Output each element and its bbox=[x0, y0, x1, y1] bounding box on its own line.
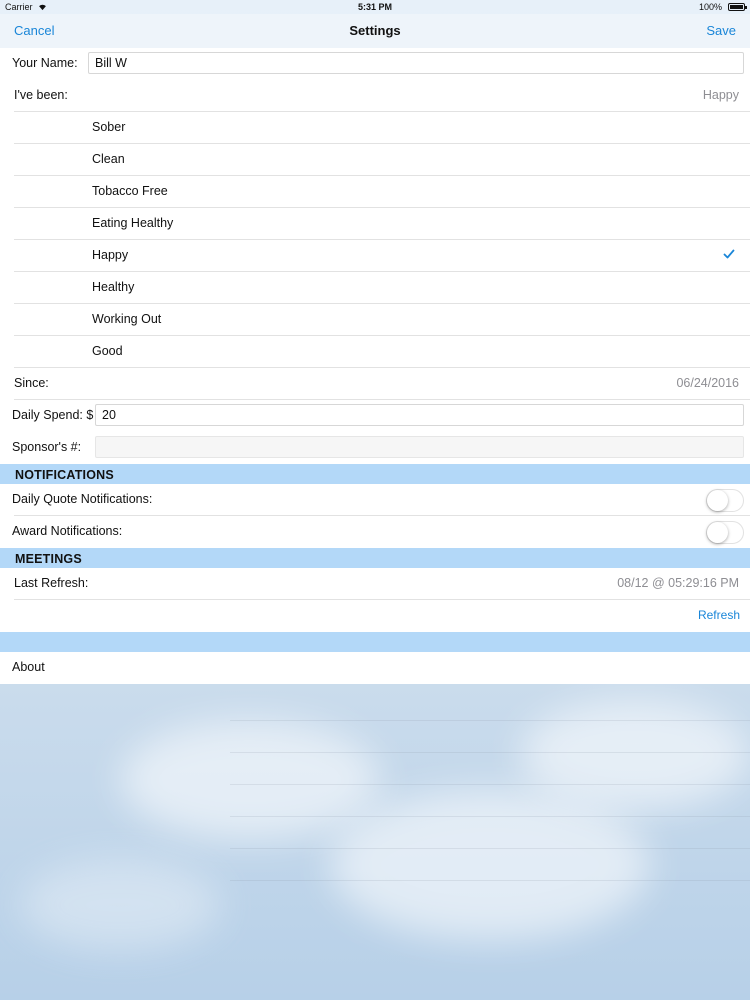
option-label: Eating Healthy bbox=[92, 216, 174, 230]
sponsor-row: Sponsor's #: bbox=[0, 432, 750, 464]
refresh-button[interactable]: Refresh bbox=[698, 608, 740, 622]
option-label: Tobacco Free bbox=[92, 184, 168, 198]
since-date-value: 06/24/2016 bbox=[676, 376, 739, 390]
name-row: Your Name: bbox=[0, 48, 750, 80]
been-option-happy[interactable]: Happy bbox=[0, 240, 750, 272]
been-option-sober[interactable]: Sober bbox=[0, 112, 750, 144]
sponsor-phone-input[interactable] bbox=[95, 436, 744, 458]
battery-icon bbox=[728, 3, 747, 11]
option-label: Happy bbox=[92, 248, 129, 262]
been-option-good[interactable]: Good bbox=[0, 336, 750, 368]
option-label: Good bbox=[92, 344, 123, 358]
since-label: Since: bbox=[14, 376, 49, 390]
last-refresh-row: Last Refresh: 08/12 @ 05:29:16 PM bbox=[0, 568, 750, 600]
toggle-knob bbox=[707, 490, 728, 511]
since-row[interactable]: Since: 06/24/2016 bbox=[0, 368, 750, 400]
been-selected-value: Happy bbox=[702, 88, 739, 102]
last-refresh-value: 08/12 @ 05:29:16 PM bbox=[617, 576, 739, 590]
option-label: Healthy bbox=[92, 280, 135, 294]
been-option-healthy[interactable]: Healthy bbox=[0, 272, 750, 304]
checkmark-icon bbox=[723, 249, 735, 259]
option-label: Sober bbox=[92, 120, 126, 134]
navigation-bar: Cancel Settings Save bbox=[0, 14, 750, 49]
award-notifications-row: Award Notifications: bbox=[0, 516, 750, 548]
meetings-section-header: MEETINGS bbox=[0, 548, 750, 568]
about-row[interactable]: About bbox=[0, 652, 750, 684]
battery-percent: 100% bbox=[698, 2, 722, 12]
daily-spend-row: Daily Spend: $ bbox=[0, 400, 750, 432]
toggle-knob bbox=[707, 522, 728, 543]
name-label: Your Name: bbox=[12, 56, 78, 70]
status-time: 5:31 PM bbox=[357, 2, 392, 12]
daily-quote-label: Daily Quote Notifications: bbox=[12, 492, 153, 506]
settings-list: Your Name: I've been: Happy Sober Clean … bbox=[0, 48, 750, 684]
refresh-row: Refresh bbox=[0, 600, 750, 632]
been-option-working-out[interactable]: Working Out bbox=[0, 304, 750, 336]
page-title: Settings bbox=[349, 23, 401, 38]
name-input[interactable] bbox=[88, 52, 744, 74]
option-label: Clean bbox=[92, 152, 125, 166]
sponsor-label: Sponsor's #: bbox=[12, 440, 82, 454]
notifications-section-header: NOTIFICATIONS bbox=[0, 464, 750, 484]
daily-quote-notifications-row: Daily Quote Notifications: bbox=[0, 484, 750, 516]
last-refresh-label: Last Refresh: bbox=[14, 576, 89, 590]
status-bar: Carrier 5:31 PM 100% bbox=[0, 0, 750, 14]
daily-quote-toggle[interactable] bbox=[706, 489, 744, 512]
meetings-header-label: MEETINGS bbox=[15, 552, 82, 566]
award-label: Award Notifications: bbox=[12, 524, 123, 538]
daily-spend-input[interactable] bbox=[95, 404, 744, 426]
been-label: I've been: bbox=[14, 88, 68, 102]
been-row[interactable]: I've been: Happy bbox=[0, 80, 750, 112]
option-label: Working Out bbox=[92, 312, 162, 326]
section-spacer bbox=[0, 632, 750, 652]
save-button[interactable]: Save bbox=[706, 23, 736, 38]
notifications-header-label: NOTIFICATIONS bbox=[15, 468, 114, 482]
been-option-eating-healthy[interactable]: Eating Healthy bbox=[0, 208, 750, 240]
award-toggle[interactable] bbox=[706, 521, 744, 544]
about-label: About bbox=[12, 660, 45, 674]
daily-spend-label: Daily Spend: $ bbox=[12, 408, 94, 422]
been-option-tobacco-free[interactable]: Tobacco Free bbox=[0, 176, 750, 208]
been-option-clean[interactable]: Clean bbox=[0, 144, 750, 176]
